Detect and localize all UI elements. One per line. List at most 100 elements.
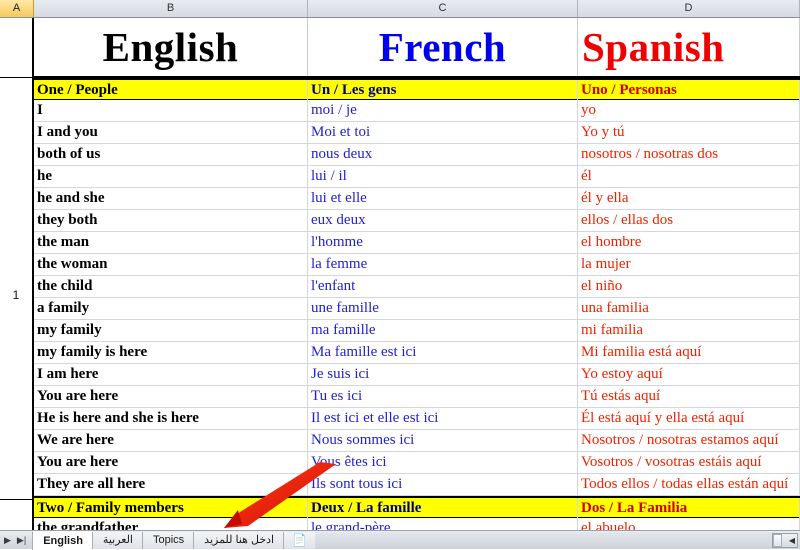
table-row[interactable]: You are here Tu es ici Tú estás aquí xyxy=(34,386,800,408)
table-row[interactable]: Imoi / je yo xyxy=(34,100,800,122)
cell-spanish[interactable]: ellos / ellas dos xyxy=(578,210,800,231)
cell-english[interactable]: the child xyxy=(34,276,308,297)
cell-french[interactable]: Deux / La famille xyxy=(308,498,578,519)
cell-spanish[interactable]: mi familia xyxy=(578,320,800,341)
table-row[interactable]: a family une famille una familia xyxy=(34,298,800,320)
cell-spanish[interactable]: Vosotros / vosotras estáis aquí xyxy=(578,452,800,473)
table-row[interactable]: They are all here Ils sont tous ici Todos … xyxy=(34,474,800,496)
cell-spanish[interactable]: Dos / La Familia xyxy=(578,498,800,519)
cell-spanish[interactable]: el hombre xyxy=(578,232,800,253)
cell-spanish[interactable]: Uno / Personas xyxy=(578,80,800,101)
nav-prev-icon[interactable]: ▶ xyxy=(4,535,11,546)
cell-english[interactable]: He is here and she is here xyxy=(34,408,308,429)
cell-french[interactable]: Nous sommes ici xyxy=(308,430,578,451)
table-row[interactable]: the man l'homme el hombre xyxy=(34,232,800,254)
column-header-b[interactable]: B xyxy=(34,0,308,17)
cell-spanish[interactable]: nosotros / nosotras dos xyxy=(578,144,800,165)
cell-french[interactable]: Il est ici et elle est ici xyxy=(308,408,578,429)
cell-english[interactable]: You are here xyxy=(34,452,308,473)
cell-english[interactable]: We are here xyxy=(34,430,308,451)
sheet-tab-english[interactable]: English xyxy=(32,530,93,550)
column-header-d[interactable]: D xyxy=(578,0,800,17)
cell-english[interactable]: Two / Family members xyxy=(34,498,308,519)
cell-english[interactable]: the man xyxy=(34,232,308,253)
cell-french[interactable]: l'homme xyxy=(308,232,578,253)
table-row[interactable]: he lui / il él xyxy=(34,166,800,188)
cell-english[interactable]: my family xyxy=(34,320,308,341)
cell-spanish[interactable]: la mujer xyxy=(578,254,800,275)
cell-spanish[interactable]: Yo estoy aquí xyxy=(578,364,800,385)
cell-french[interactable]: eux deux xyxy=(308,210,578,231)
table-row[interactable]: he and she lui et elle él y ella xyxy=(34,188,800,210)
cell-french[interactable]: une famille xyxy=(308,298,578,319)
cell-english[interactable]: I am here xyxy=(34,364,308,385)
cell-english[interactable]: I xyxy=(34,100,308,121)
table-row[interactable]: We are here Nous sommes ici Nosotros / nos… xyxy=(34,430,800,452)
horizontal-scrollbar[interactable]: ◀ xyxy=(772,532,798,548)
cell-english[interactable]: a family xyxy=(34,298,308,319)
cell-spanish[interactable]: Él está aquí y ella está aquí xyxy=(578,408,800,429)
cell-english[interactable]: I and you xyxy=(34,122,308,143)
cell-french[interactable]: l'enfant xyxy=(308,276,578,297)
cell-english[interactable]: They are all here xyxy=(34,474,308,495)
table-row[interactable]: the woman la femme la mujer xyxy=(34,254,800,276)
cell-spanish[interactable]: Todos ellos / todas ellas están aquí xyxy=(578,474,800,495)
table-row[interactable]: You are here Vous êtes ici Vosotros / voso… xyxy=(34,452,800,474)
cell-english[interactable]: he and she xyxy=(34,188,308,209)
table-row[interactable]: they both eux deux ellos / ellas dos xyxy=(34,210,800,232)
cell-english[interactable]: they both xyxy=(34,210,308,231)
cell-french[interactable]: lui et elle xyxy=(308,188,578,209)
cell-french[interactable]: Vous êtes ici xyxy=(308,452,578,473)
tab-bar-filler xyxy=(314,531,772,549)
sheet-tab-topics[interactable]: Topics xyxy=(141,531,195,549)
cell-french[interactable]: moi / je xyxy=(308,100,578,121)
cell-spanish[interactable]: yo xyxy=(578,100,800,121)
cell-french[interactable]: Un / Les gens xyxy=(308,80,578,101)
cell-spanish[interactable]: Nosotros / nosotras estamos aquí xyxy=(578,430,800,451)
table-row[interactable]: I am here Je suis ici Yo estoy aquí xyxy=(34,364,800,386)
cell-french[interactable]: lui / il xyxy=(308,166,578,187)
table-row[interactable]: both of us nous deux nosotros / nosotras d… xyxy=(34,144,800,166)
cell-french[interactable]: Je suis ici xyxy=(308,364,578,385)
table-section-row[interactable]: Two / Family members Deux / La famille Dos… xyxy=(34,496,800,519)
table-row[interactable]: my family ma famille mi familia xyxy=(34,320,800,342)
column-header-c[interactable]: C xyxy=(308,0,578,17)
cell-french[interactable]: Ma famille est ici xyxy=(308,342,578,363)
cell-spanish[interactable]: él xyxy=(578,166,800,187)
cell-spanish[interactable]: Yo y tú xyxy=(578,122,800,143)
spreadsheet-grid: A B C D 1 English French Spanish One / P… xyxy=(0,0,800,550)
cell-spanish[interactable]: Tú estás aquí xyxy=(578,386,800,407)
table-row[interactable]: He is here and she is here Il est ici et … xyxy=(34,408,800,430)
cell-english[interactable]: the woman xyxy=(34,254,308,275)
column-header-a[interactable]: A xyxy=(0,0,34,17)
cell-spanish[interactable]: una familia xyxy=(578,298,800,319)
sheet-tab-bar[interactable]: ▶ ▶| English العربية Topics ادخل هنا للم… xyxy=(0,530,800,550)
cell-spanish[interactable]: él y ella xyxy=(578,188,800,209)
table-row[interactable]: my family is here Ma famille est ici Mi fa… xyxy=(34,342,800,364)
nav-last-icon[interactable]: ▶| xyxy=(17,535,26,546)
gutter-divider-bottom xyxy=(0,499,34,500)
scrollbar-thumb[interactable] xyxy=(773,533,782,547)
cell-english[interactable]: You are here xyxy=(34,386,308,407)
sheet-tab-arabic[interactable]: العربية xyxy=(91,531,143,549)
scroll-left-icon[interactable]: ◀ xyxy=(789,536,797,545)
cell-french[interactable]: ma famille xyxy=(308,320,578,341)
sheet-tab-add-more[interactable]: ادخل هنا للمزيد xyxy=(193,531,285,549)
cell-spanish[interactable]: Mi familia está aquí xyxy=(578,342,800,363)
sheet-nav-buttons[interactable]: ▶ ▶| xyxy=(0,535,32,546)
cell-french[interactable]: la femme xyxy=(308,254,578,275)
cell-french[interactable]: Ils sont tous ici xyxy=(308,474,578,495)
cell-english[interactable]: both of us xyxy=(34,144,308,165)
cell-english[interactable]: One / People xyxy=(34,80,308,101)
row-header-1[interactable]: 1 xyxy=(0,288,32,302)
cell-english[interactable]: my family is here xyxy=(34,342,308,363)
cell-french[interactable]: Tu es ici xyxy=(308,386,578,407)
cell-english[interactable]: he xyxy=(34,166,308,187)
table-row[interactable]: I and you Moi et toi Yo y tú xyxy=(34,122,800,144)
cell-french[interactable]: Moi et toi xyxy=(308,122,578,143)
table-row[interactable]: the child l'enfant el niño xyxy=(34,276,800,298)
table-section-row[interactable]: One / People Un / Les gens Uno / Personas xyxy=(34,78,800,101)
cell-spanish[interactable]: el niño xyxy=(578,276,800,297)
new-sheet-icon[interactable]: 📄 xyxy=(283,531,316,549)
cell-french[interactable]: nous deux xyxy=(308,144,578,165)
